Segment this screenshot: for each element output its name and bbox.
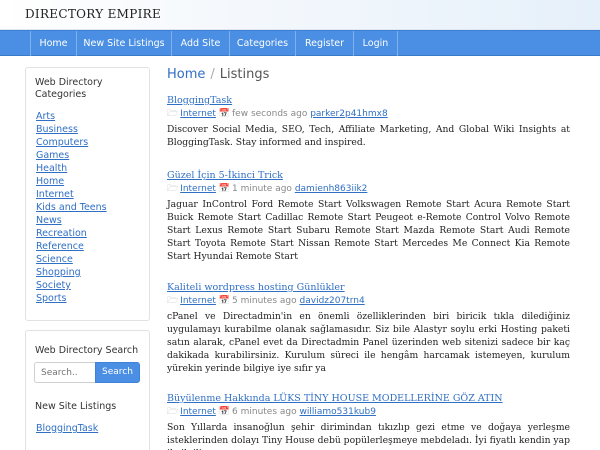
search-input[interactable] xyxy=(34,362,96,383)
listing-description: Son Yıllarda insanoğlun şehir dirimindan… xyxy=(167,422,570,450)
category-link-shopping[interactable]: Shopping xyxy=(36,267,81,278)
calendar-icon: 📅 xyxy=(218,296,231,306)
category-link-computers[interactable]: Computers xyxy=(36,137,88,148)
site-header: DIRECTORY EMPIRE xyxy=(0,0,600,30)
breadcrumb: Home / Listings xyxy=(167,67,269,82)
listing-category-link[interactable]: Internet xyxy=(180,184,216,194)
listing-meta: 🗁 Internet 📅 5 minutes ago davidz207trn4 xyxy=(167,295,570,307)
category-link-recreation[interactable]: Recreation xyxy=(36,228,87,239)
listing-title[interactable]: BloggingTask xyxy=(167,95,570,107)
site-brand[interactable]: DIRECTORY EMPIRE xyxy=(25,7,161,21)
listing-title[interactable]: Kaliteli wordpress hosting Günlükler xyxy=(167,282,570,294)
category-link-sports[interactable]: Sports xyxy=(36,293,66,304)
nav-register[interactable]: Register xyxy=(296,31,354,56)
folder-icon: 🗁 xyxy=(167,184,179,194)
listing-category-link[interactable]: Internet xyxy=(180,296,216,306)
nav-login[interactable]: Login xyxy=(354,31,398,56)
nav-home[interactable]: Home xyxy=(30,31,77,56)
search-panel: Web Directory Search Search New Site Lis… xyxy=(25,330,150,450)
search-button[interactable]: Search xyxy=(95,362,140,383)
listing-description: Jaguar InControl Ford Remote Start Volks… xyxy=(167,199,570,262)
listing-description: cPanel ve Directadmin'in en önemli özell… xyxy=(167,311,570,374)
listing-item: Kaliteli wordpress hosting Günlükler 🗁 In… xyxy=(167,282,570,375)
category-link-arts[interactable]: Arts xyxy=(36,111,55,122)
listing-meta: 🗁 Internet 📅 1 minute ago damienh863iik2 xyxy=(167,183,570,195)
folder-icon: 🗁 xyxy=(167,296,179,306)
category-link-business[interactable]: Business xyxy=(36,124,78,135)
folder-icon: 🗁 xyxy=(167,109,179,119)
category-link-science[interactable]: Science xyxy=(36,254,73,265)
nav-categories[interactable]: Categories xyxy=(230,31,296,56)
new-listings-title: New Site Listings xyxy=(35,401,117,412)
category-link-kids-and-teens[interactable]: Kids and Teens xyxy=(36,202,107,213)
nav-new-site-listings[interactable]: New Site Listings xyxy=(77,31,172,56)
listing-item: BloggingTask 🗁 Internet 📅 few seconds ago … xyxy=(167,95,570,149)
nav-add-site[interactable]: Add Site xyxy=(172,31,230,56)
listing-user-link[interactable]: williamo531kub9 xyxy=(300,407,376,417)
listing-title[interactable]: Güzel İçin 5-İkinci Trick xyxy=(167,170,570,182)
category-link-internet[interactable]: Internet xyxy=(36,189,74,200)
listing-time: 5 minutes ago xyxy=(232,296,297,306)
category-link-reference[interactable]: Reference xyxy=(36,241,84,252)
new-listing-link[interactable]: BloggingTask xyxy=(36,423,98,434)
listing-time: few seconds ago xyxy=(232,109,308,119)
listing-time: 1 minute ago xyxy=(232,184,292,194)
category-link-news[interactable]: News xyxy=(36,215,62,226)
folder-icon: 🗁 xyxy=(167,407,179,417)
category-link-games[interactable]: Games xyxy=(36,150,69,161)
categories-title: Web Directory Categories xyxy=(35,77,103,100)
main-nav: Home New Site Listings Add Site Categori… xyxy=(0,30,600,56)
calendar-icon: 📅 xyxy=(218,109,231,119)
listing-user-link[interactable]: davidz207trn4 xyxy=(300,296,365,306)
listing-meta: 🗁 Internet 📅 6 minutes ago williamo531kub9 xyxy=(167,406,570,418)
listing-description: Discover Social Media, SEO, Tech, Affili… xyxy=(167,124,570,148)
category-link-health[interactable]: Health xyxy=(36,163,67,174)
categories-panel: Web Directory Categories Arts Business C… xyxy=(25,67,150,321)
breadcrumb-current: Listings xyxy=(219,67,270,82)
listing-item: Büyülenme Hakkında LÜKS TİNY HOUSE MODEL… xyxy=(167,393,570,450)
category-link-society[interactable]: Society xyxy=(36,280,71,291)
listing-time: 6 minutes ago xyxy=(232,407,297,417)
listing-item: Güzel İçin 5-İkinci Trick 🗁 Internet 📅 1 m… xyxy=(167,170,570,263)
search-panel-title: Web Directory Search xyxy=(35,345,139,356)
listing-title[interactable]: Büyülenme Hakkında LÜKS TİNY HOUSE MODEL… xyxy=(167,393,570,405)
listing-user-link[interactable]: damienh863iik2 xyxy=(295,184,368,194)
calendar-icon: 📅 xyxy=(218,407,231,417)
category-link-home[interactable]: Home xyxy=(36,176,64,187)
listing-user-link[interactable]: parker2p41hmx8 xyxy=(310,109,387,119)
breadcrumb-home[interactable]: Home xyxy=(167,67,205,82)
breadcrumb-separator: / xyxy=(210,67,215,82)
listing-meta: 🗁 Internet 📅 few seconds ago parker2p41hmx… xyxy=(167,108,570,120)
listing-category-link[interactable]: Internet xyxy=(180,407,216,417)
calendar-icon: 📅 xyxy=(218,184,231,194)
listing-category-link[interactable]: Internet xyxy=(180,109,216,119)
